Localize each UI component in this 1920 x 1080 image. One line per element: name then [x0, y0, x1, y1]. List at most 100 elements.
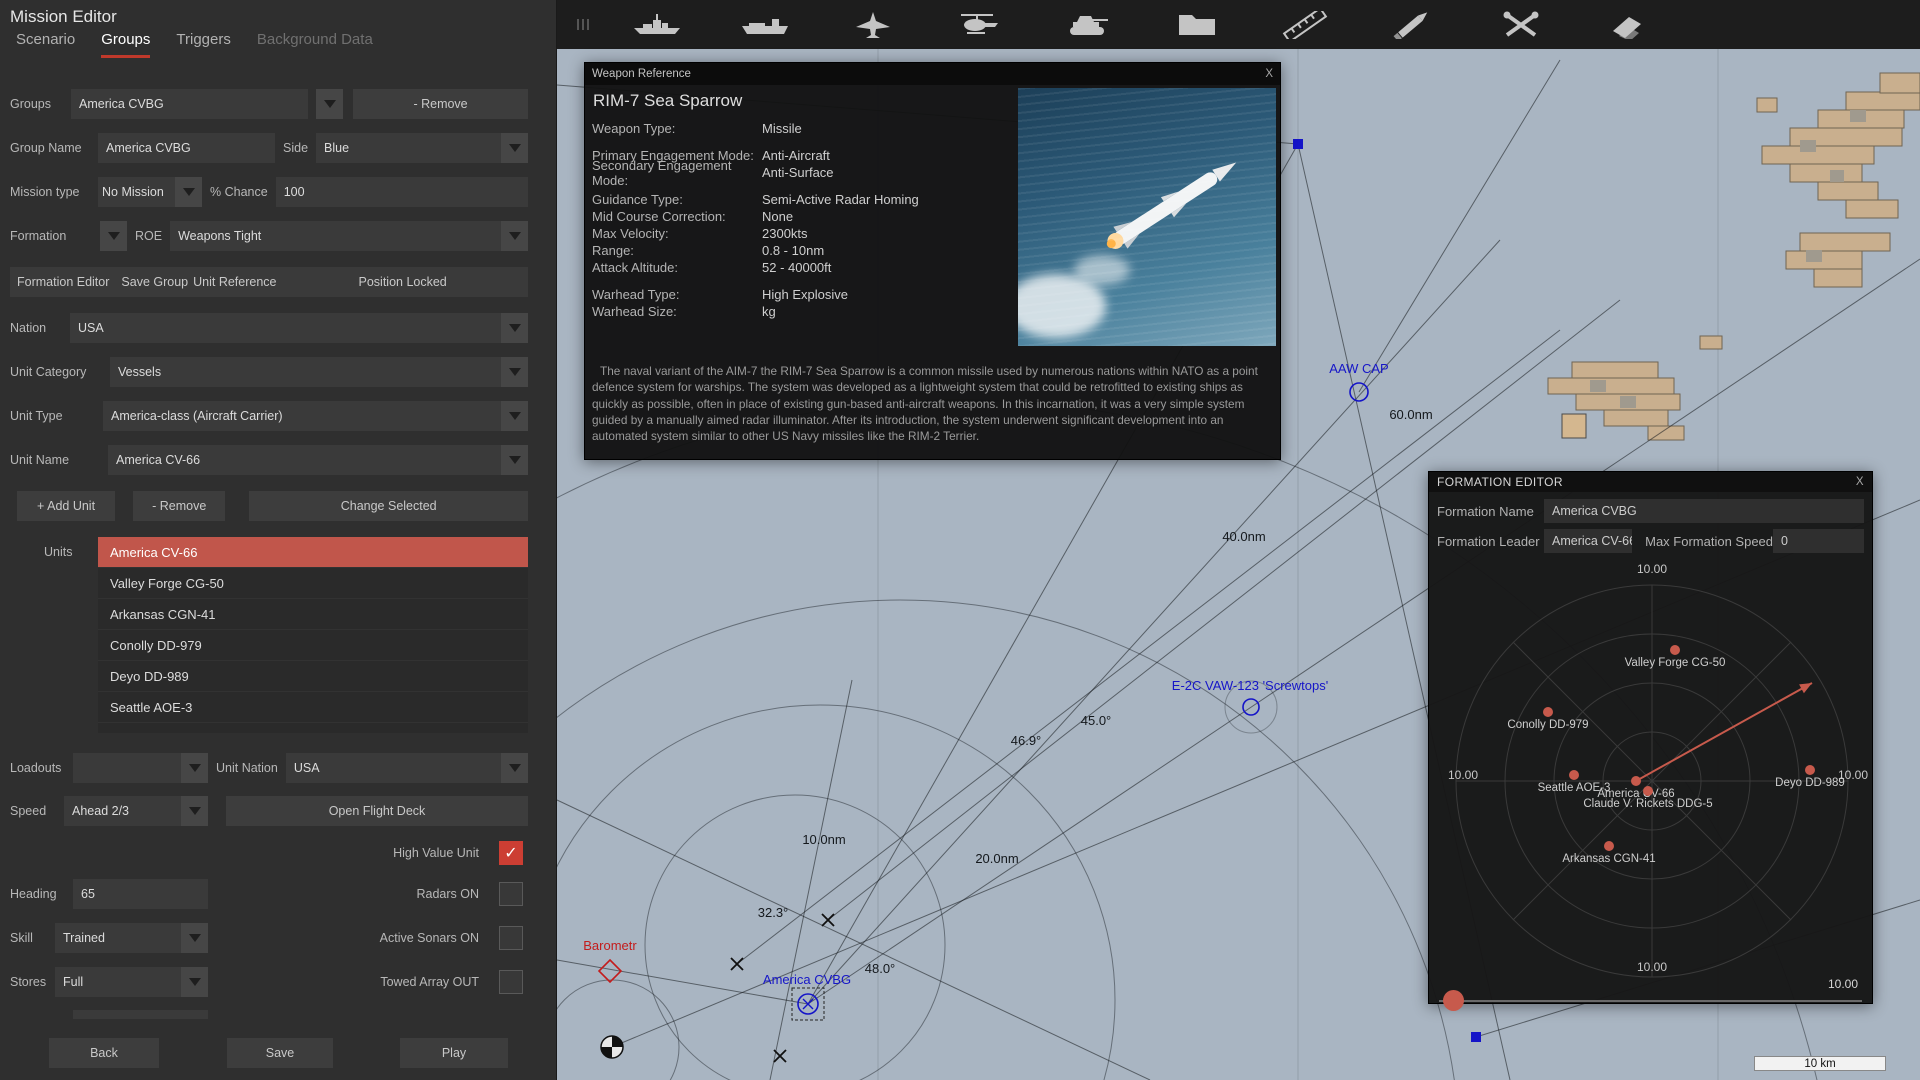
roe-dropdown-arrow[interactable]: [501, 221, 528, 251]
weapon-reference-title: Weapon Reference: [592, 68, 691, 80]
unit-list-item[interactable]: America CV-66: [98, 537, 528, 568]
eraser-icon[interactable]: [1575, 4, 1683, 46]
groups-label: Groups: [10, 97, 51, 111]
mission-type-dropdown-arrow[interactable]: [175, 177, 202, 207]
tools-icon[interactable]: [1467, 4, 1575, 46]
warship-icon[interactable]: [603, 4, 711, 46]
formation-unit-dot[interactable]: [1604, 841, 1614, 851]
unit-list-item[interactable]: Arkansas CGN-41: [98, 599, 528, 630]
stores-select[interactable]: Full: [55, 967, 181, 997]
tank-icon[interactable]: [1035, 4, 1143, 46]
unit-list-item[interactable]: Claude V. Rickets DDG-5: [98, 723, 528, 734]
play-button[interactable]: Play: [400, 1038, 508, 1068]
formation-unit-dot[interactable]: [1569, 770, 1579, 780]
side-dropdown-arrow[interactable]: [501, 133, 528, 163]
map-annotation: 45.0°: [1080, 713, 1112, 728]
formation-unit-dot[interactable]: [1543, 707, 1553, 717]
save-group-button[interactable]: Save Group: [121, 275, 188, 289]
weapon-specs: Weapon Type: Missile Primary Engagement M…: [592, 120, 1012, 320]
surface-group-symbol: [791, 987, 825, 1021]
formation-range-slider-handle[interactable]: [1443, 990, 1464, 1011]
map-annotation: 20.0nm: [975, 851, 1019, 866]
folder-icon[interactable]: [1143, 4, 1251, 46]
close-icon[interactable]: X: [1265, 68, 1273, 80]
stores-dropdown-arrow[interactable]: [181, 967, 208, 997]
helicopter-icon[interactable]: [927, 4, 1035, 46]
ruler-icon[interactable]: [1251, 4, 1359, 46]
pencil-icon[interactable]: [1359, 4, 1467, 46]
save-button[interactable]: Save: [227, 1038, 333, 1068]
carrier-icon[interactable]: [711, 4, 819, 46]
toolbar-drag-handle[interactable]: [577, 19, 589, 30]
formation-unit-dot[interactable]: [1631, 776, 1641, 786]
roe-value[interactable]: Weapons Tight: [170, 221, 501, 251]
skill-dropdown-arrow[interactable]: [181, 923, 208, 953]
editor-bar: Formation Editor Save Group Unit Referen…: [10, 267, 528, 297]
back-button[interactable]: Back: [49, 1038, 159, 1068]
formation-unit-dot[interactable]: [1805, 765, 1815, 775]
map-annotation: 32.3°: [757, 905, 789, 920]
unit-reference-button[interactable]: Unit Reference: [193, 275, 276, 289]
fighter-jet-icon[interactable]: [819, 4, 927, 46]
nation-dropdown-arrow[interactable]: [501, 313, 528, 343]
loadouts-select[interactable]: [73, 753, 181, 783]
map-annotation: 48.0°: [864, 961, 896, 976]
unit-list-item[interactable]: Deyo DD-989: [98, 661, 528, 692]
position-locked-toggle[interactable]: Position Locked: [359, 275, 447, 289]
unit-name-dropdown-arrow[interactable]: [501, 445, 528, 475]
unit-nation-value[interactable]: USA: [285, 753, 501, 783]
formation-unit-dot[interactable]: [1643, 786, 1653, 796]
active-sonars-checkbox[interactable]: [499, 926, 523, 950]
open-flight-deck-button[interactable]: Open Flight Deck: [226, 796, 528, 826]
formation-range-slider-track[interactable]: [1439, 1000, 1862, 1002]
unit-list-item[interactable]: Valley Forge CG-50: [98, 568, 528, 599]
change-selected-button[interactable]: Change Selected: [249, 491, 528, 521]
formation-dropdown-arrow[interactable]: [100, 221, 127, 251]
formation-editor-button[interactable]: Formation Editor: [17, 275, 109, 289]
nation-value[interactable]: USA: [70, 313, 501, 343]
unit-name-value[interactable]: America CV-66: [108, 445, 501, 475]
formation-unit-label: Claude V. Rickets DDG-5: [1583, 798, 1713, 810]
mission-type-select[interactable]: No Mission: [98, 177, 175, 207]
remove-group-button[interactable]: - Remove: [353, 89, 528, 119]
roe-label: ROE: [135, 229, 163, 243]
groups-dropdown-arrow[interactable]: [316, 89, 344, 119]
unit-nation-dropdown-arrow[interactable]: [501, 753, 528, 783]
tab-scenario[interactable]: Scenario: [16, 31, 75, 58]
chance-input[interactable]: 100: [275, 177, 528, 207]
side-value[interactable]: Blue: [316, 133, 501, 163]
tab-triggers[interactable]: Triggers: [176, 31, 230, 58]
formation-unit-dot[interactable]: [1670, 645, 1680, 655]
group-name-input[interactable]: America CVBG: [98, 133, 275, 163]
unit-category-row: Unit Category Vessels: [10, 357, 528, 387]
remove-unit-button[interactable]: - Remove: [133, 491, 226, 521]
unit-type-value[interactable]: America-class (Aircraft Carrier): [103, 401, 501, 431]
weapon-reference-titlebar[interactable]: Weapon Reference X: [585, 63, 1280, 85]
loadouts-row: Loadouts Unit Nation USA: [10, 753, 528, 783]
unit-list-item[interactable]: Conolly DD-979: [98, 630, 528, 661]
chance-label: % Chance: [210, 185, 268, 199]
stores-label: Stores: [10, 975, 47, 989]
unit-category-value[interactable]: Vessels: [110, 357, 501, 387]
map-annotation: E-2C VAW-123 'Screwtops': [1171, 678, 1329, 693]
high-value-unit-checkbox[interactable]: ✓: [499, 841, 523, 865]
nation-row: Nation USA: [10, 313, 528, 343]
formation-row: Formation ROE Weapons Tight: [10, 221, 528, 251]
heading-input[interactable]: 65: [73, 879, 208, 909]
unit-type-dropdown-arrow[interactable]: [501, 401, 528, 431]
radars-checkbox[interactable]: [499, 882, 523, 906]
loadouts-dropdown-arrow[interactable]: [181, 753, 208, 783]
unit-nation-label: Unit Nation: [216, 761, 278, 775]
add-unit-button[interactable]: + Add Unit: [17, 491, 116, 521]
groups-select[interactable]: America CVBG: [71, 89, 309, 119]
app-root: AAW CAP 60.0nm 40.0nm E-2C VAW-123 'Screwto…: [0, 0, 1920, 1080]
radars-label: Radars ON: [416, 887, 479, 901]
unit-list-item[interactable]: Seattle AOE-3: [98, 692, 528, 723]
tab-groups[interactable]: Groups: [101, 31, 151, 58]
speed-select[interactable]: Ahead 2/3: [64, 796, 181, 826]
towed-array-checkbox[interactable]: [499, 970, 523, 994]
skill-select[interactable]: Trained: [55, 923, 181, 953]
tab-background-data[interactable]: Background Data: [257, 31, 373, 58]
speed-dropdown-arrow[interactable]: [181, 796, 208, 826]
unit-category-dropdown-arrow[interactable]: [501, 357, 528, 387]
